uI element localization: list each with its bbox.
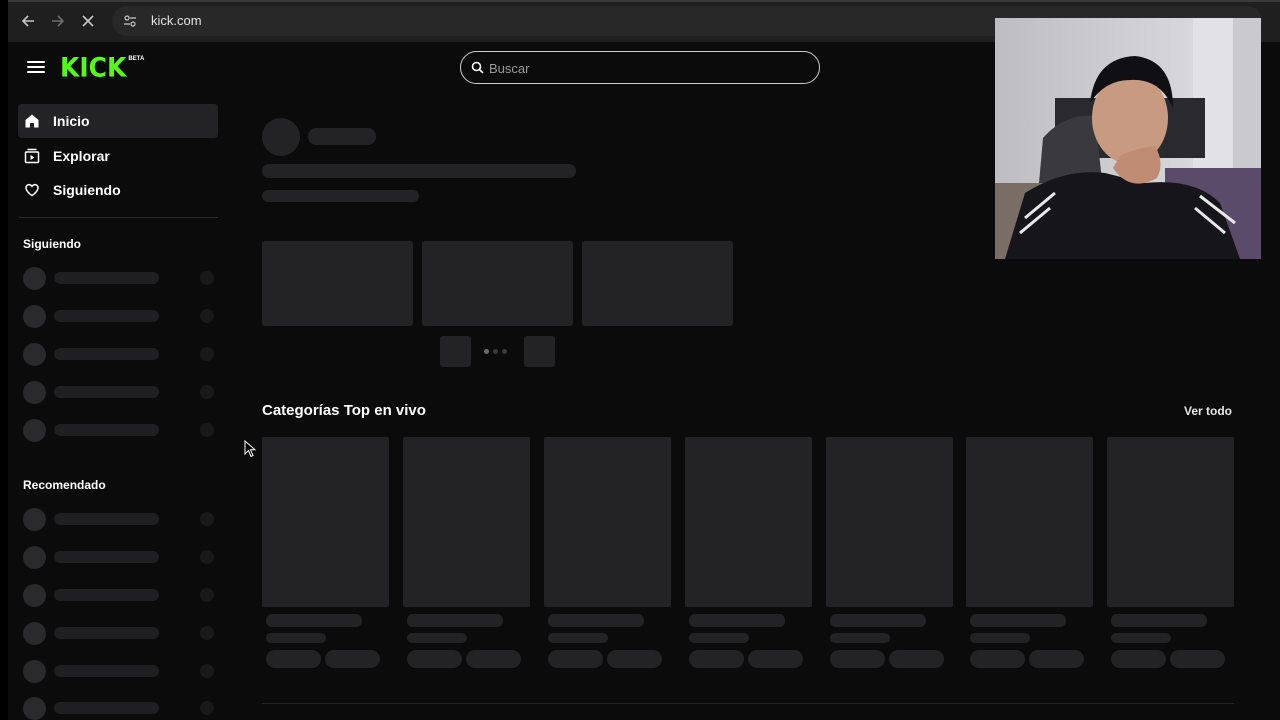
menu-icon[interactable]	[27, 58, 45, 76]
sidebar-nav: Inicio Explorar Siguiendo	[18, 104, 218, 208]
category-card-skeleton[interactable]	[685, 437, 812, 607]
close-icon	[82, 15, 94, 27]
category-tag-skeleton	[689, 650, 744, 668]
category-name-skeleton	[407, 614, 503, 627]
recommended-skeleton-row	[23, 508, 218, 531]
sidebar-item-inicio[interactable]: Inicio	[18, 104, 218, 138]
category-viewers-skeleton	[689, 633, 749, 643]
following-skeleton-row	[23, 267, 218, 290]
category-card-skeleton[interactable]	[544, 437, 671, 607]
recommended-skeleton-row	[23, 546, 218, 569]
category-card-skeleton[interactable]	[1107, 437, 1234, 607]
category-tag-skeleton	[889, 650, 944, 668]
sidebar-item-explorar[interactable]: Explorar	[18, 139, 218, 173]
following-skeleton-row	[23, 343, 218, 366]
category-tag-skeleton	[407, 650, 462, 668]
category-tag-skeleton	[548, 650, 603, 668]
following-skeleton-row	[23, 419, 218, 442]
explore-icon	[24, 148, 40, 164]
following-skeleton-row	[23, 381, 218, 404]
heart-icon	[24, 182, 40, 198]
featured-subtitle-skeleton	[262, 190, 419, 202]
category-name-skeleton	[1111, 614, 1207, 627]
top-categories-title: Categorías Top en vivo	[262, 402, 426, 419]
following-skeleton-row	[23, 305, 218, 328]
back-button[interactable]	[18, 11, 38, 31]
window-edge	[0, 0, 8, 720]
carousel-card-skeleton	[422, 241, 573, 326]
recommended-skeleton-row	[23, 697, 218, 720]
category-tag-skeleton	[970, 650, 1025, 668]
carousel-next-button[interactable]	[524, 336, 555, 367]
recommended-skeleton-row	[23, 622, 218, 645]
tab-strip	[8, 0, 1280, 2]
recommended-skeleton-row	[23, 584, 218, 607]
category-viewers-skeleton	[970, 633, 1030, 643]
featured-title-skeleton	[262, 164, 576, 178]
sidebar-item-label: Siguiendo	[53, 182, 121, 198]
category-card-skeleton[interactable]	[403, 437, 530, 607]
logo-text: KICK	[60, 52, 127, 83]
recommended-heading: Recomendado	[23, 478, 106, 492]
category-name-skeleton	[970, 614, 1066, 627]
search-icon	[471, 61, 484, 74]
home-icon	[24, 113, 40, 129]
category-tag-skeleton	[830, 650, 885, 668]
carousel-prev-button[interactable]	[440, 336, 471, 367]
category-card-skeleton[interactable]	[966, 437, 1093, 607]
category-tag-skeleton	[1170, 650, 1225, 668]
following-heading: Siguiendo	[23, 237, 81, 251]
category-tag-skeleton	[466, 650, 521, 668]
category-tag-skeleton	[748, 650, 803, 668]
category-name-skeleton	[548, 614, 644, 627]
carousel-dots	[484, 349, 507, 354]
category-tag-skeleton	[325, 650, 380, 668]
category-viewers-skeleton	[1111, 633, 1171, 643]
category-tag-skeleton	[607, 650, 662, 668]
arrow-right-icon	[52, 15, 65, 27]
search-box[interactable]	[460, 51, 820, 84]
category-tag-skeleton	[266, 650, 321, 668]
search-input[interactable]	[489, 58, 809, 78]
category-tag-skeleton	[1029, 650, 1084, 668]
category-card-skeleton[interactable]	[262, 437, 389, 607]
category-viewers-skeleton	[548, 633, 608, 643]
site-info-icon[interactable]	[122, 13, 138, 29]
arrow-left-icon	[21, 15, 34, 27]
sidebar-item-label: Inicio	[53, 113, 90, 129]
mouse-cursor-icon	[244, 440, 256, 458]
recommended-skeleton-row	[23, 660, 218, 683]
beta-badge: BETA	[128, 56, 145, 62]
category-viewers-skeleton	[830, 633, 890, 643]
stop-loading-button[interactable]	[78, 11, 98, 31]
carousel-card-skeleton	[262, 241, 413, 326]
category-card-skeleton[interactable]	[826, 437, 953, 607]
see-all-link[interactable]: Ver todo	[1184, 404, 1232, 418]
carousel-card-skeleton	[582, 241, 733, 326]
category-name-skeleton	[830, 614, 926, 627]
forward-button[interactable]	[48, 11, 68, 31]
section-divider	[262, 703, 1234, 704]
webcam-overlay	[995, 18, 1261, 259]
sidebar-item-label: Explorar	[53, 147, 110, 164]
sidebar-item-siguiendo[interactable]: Siguiendo	[18, 173, 218, 207]
featured-name-skeleton	[308, 128, 376, 145]
category-tag-skeleton	[1111, 650, 1166, 668]
category-viewers-skeleton	[407, 633, 467, 643]
category-name-skeleton	[266, 614, 362, 627]
sidebar-divider	[19, 217, 218, 218]
featured-avatar-skeleton	[262, 118, 300, 156]
category-name-skeleton	[689, 614, 785, 627]
url-text[interactable]: kick.com	[151, 13, 202, 28]
category-viewers-skeleton	[266, 633, 326, 643]
kick-logo[interactable]: KICK BETA	[60, 52, 145, 83]
